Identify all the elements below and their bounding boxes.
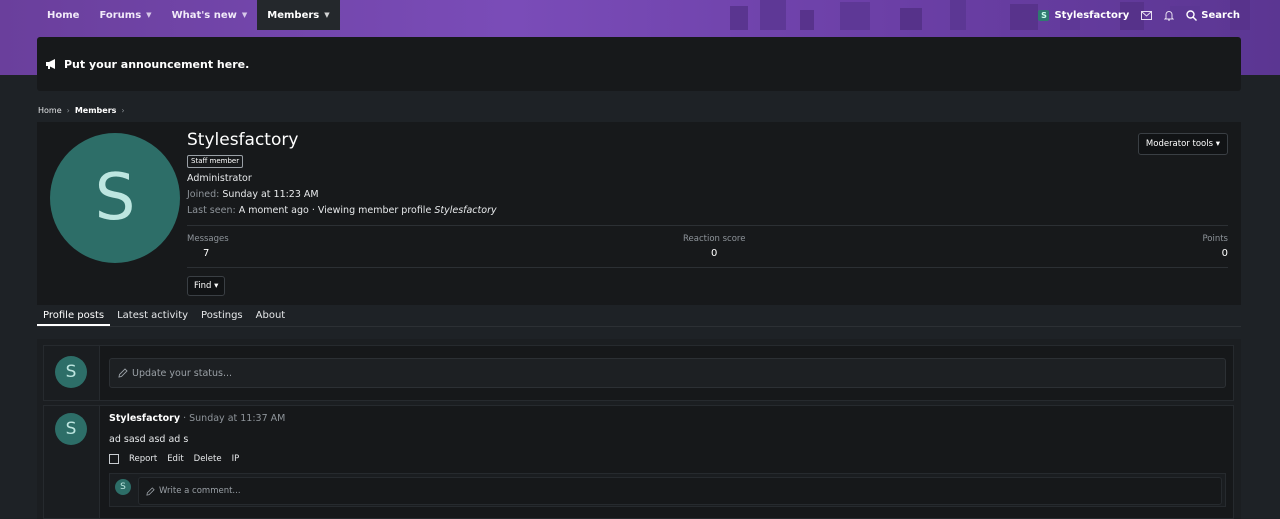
top-navigation: Home Forums ▼ What's new ▼ Members ▼ S Styl… xyxy=(0,0,1280,30)
post-header: Stylesfactory · Sunday at 11:37 AM xyxy=(109,413,285,424)
edit-link[interactable]: Edit xyxy=(167,454,183,464)
nav-members-label: Members xyxy=(267,9,320,21)
report-link[interactable]: Report xyxy=(129,454,157,464)
nav-members[interactable]: Members ▼ xyxy=(257,0,340,30)
chevron-right-icon: › xyxy=(66,106,70,115)
delete-link[interactable]: Delete xyxy=(194,454,222,464)
status-placeholder: Update your status... xyxy=(132,367,233,379)
select-checkbox[interactable] xyxy=(109,454,119,464)
post-author[interactable]: Stylesfactory xyxy=(109,413,180,424)
search-label: Search xyxy=(1201,9,1240,21)
moderator-tools-button[interactable]: Moderator tools ▾ xyxy=(1137,133,1228,155)
profile-posts-stream: S Update your status... S Stylesfactory … xyxy=(37,339,1241,519)
avatar[interactable]: S xyxy=(55,413,87,445)
member-profile-header: S Stylesfactory Staff member Administrat… xyxy=(37,122,1241,305)
staff-badge: Staff member xyxy=(187,155,244,168)
search-button[interactable]: Search xyxy=(1186,10,1240,21)
avatar: S xyxy=(1038,9,1050,21)
profile-username: Stylesfactory xyxy=(187,130,299,150)
status-input[interactable]: Update your status... xyxy=(109,358,1226,388)
avatar[interactable]: S xyxy=(50,133,180,263)
nav-home-label: Home xyxy=(47,9,80,21)
stat-points: Points 0 xyxy=(1202,234,1228,259)
breadcrumb-members[interactable]: Members xyxy=(75,106,117,115)
stat-value: 7 xyxy=(203,248,210,259)
nav-whats-new-label: What's new xyxy=(171,9,237,21)
comment-input[interactable]: Write a comment... xyxy=(138,477,1222,505)
nav-whats-new[interactable]: What's new ▼ xyxy=(162,0,258,30)
post-timestamp[interactable]: · Sunday at 11:37 AM xyxy=(183,413,285,424)
pencil-icon xyxy=(118,368,128,378)
breadcrumb-home[interactable]: Home xyxy=(38,106,62,115)
chevron-down-icon[interactable]: ▼ xyxy=(242,11,247,19)
stat-value: 0 xyxy=(711,248,718,259)
last-seen-row: Last seen: A moment ago · Viewing member… xyxy=(187,205,497,217)
nav-home[interactable]: Home xyxy=(37,0,89,30)
last-seen-target[interactable]: Stylesfactory xyxy=(434,205,496,216)
announcement-banner: Put your announcement here. xyxy=(37,37,1241,91)
post-body: ad sasd asd ad s xyxy=(109,434,189,445)
profile-post: S Stylesfactory · Sunday at 11:37 AM ad … xyxy=(43,405,1234,519)
announcement-text: Put your announcement here. xyxy=(64,57,250,71)
stat-reaction-score: Reaction score 0 xyxy=(683,234,745,259)
nav-forums-label: Forums xyxy=(99,9,142,21)
nav-forums[interactable]: Forums ▼ xyxy=(89,0,161,30)
chevron-down-icon[interactable]: ▼ xyxy=(324,11,329,19)
profile-stats: Messages 7 Reaction score 0 Points 0 xyxy=(187,225,1228,268)
pencil-icon xyxy=(146,486,155,496)
joined-label: Joined: xyxy=(187,189,220,200)
joined-row: Joined: Sunday at 11:23 AM xyxy=(187,189,497,201)
megaphone-icon xyxy=(46,59,55,69)
account-username: Stylesfactory xyxy=(1054,9,1130,21)
user-title: Administrator xyxy=(187,173,252,184)
chevron-down-icon[interactable]: ▼ xyxy=(146,11,151,19)
comment-box: S Write a comment... xyxy=(109,473,1226,507)
avatar[interactable]: S xyxy=(115,479,131,495)
stat-messages[interactable]: Messages 7 xyxy=(187,234,229,259)
search-icon xyxy=(1186,9,1198,21)
chevron-right-icon: › xyxy=(121,106,125,115)
tab-about[interactable]: About xyxy=(250,305,292,326)
find-button[interactable]: Find ▾ xyxy=(187,276,226,296)
tab-latest-activity[interactable]: Latest activity xyxy=(111,305,194,326)
last-seen-value: A moment ago · Viewing member profile xyxy=(238,205,432,216)
stat-value: 0 xyxy=(1221,248,1228,259)
status-update-block: S Update your status... xyxy=(43,345,1234,401)
joined-value: Sunday at 11:23 AM xyxy=(222,189,319,200)
avatar[interactable]: S xyxy=(55,356,87,388)
account-menu[interactable]: S Stylesfactory xyxy=(1038,9,1130,21)
last-seen-label: Last seen: xyxy=(187,205,236,216)
post-actions: Report Edit Delete IP xyxy=(109,454,239,464)
tab-postings[interactable]: Postings xyxy=(195,305,249,326)
stat-label: Points xyxy=(1202,234,1228,244)
bell-icon[interactable] xyxy=(1164,10,1175,21)
comment-placeholder: Write a comment... xyxy=(159,486,241,496)
stat-label: Reaction score xyxy=(683,234,746,244)
tab-profile-posts[interactable]: Profile posts xyxy=(37,305,111,326)
stat-label: Messages xyxy=(187,234,229,244)
breadcrumb: Home › Members › xyxy=(38,106,125,115)
inbox-icon[interactable] xyxy=(1141,10,1153,20)
profile-tabs: Profile posts Latest activity Postings A… xyxy=(37,305,1241,327)
ip-link[interactable]: IP xyxy=(232,454,240,464)
